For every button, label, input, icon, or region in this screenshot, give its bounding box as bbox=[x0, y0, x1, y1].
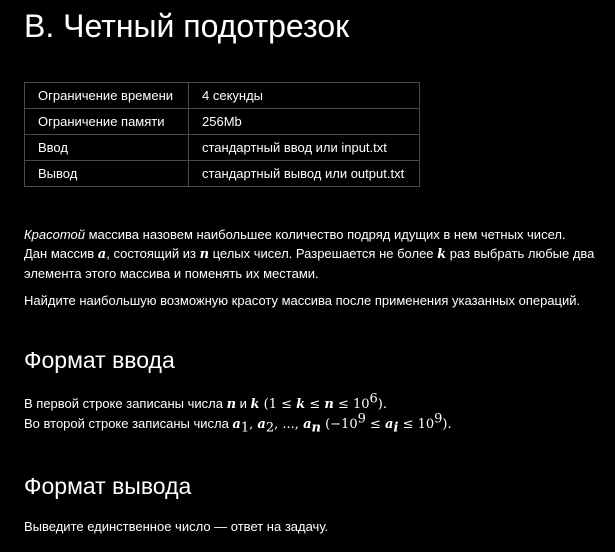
limit-value: 4 секунды bbox=[188, 82, 420, 109]
math-exponent: 9 bbox=[357, 411, 366, 427]
math-expr: (1 ≤ bbox=[259, 397, 297, 412]
math-var: n bbox=[324, 397, 334, 412]
math-expr: ). bbox=[377, 397, 388, 412]
task-paragraph: Найдите наибольшую возможную красоту мас… bbox=[24, 293, 581, 308]
math-var: k bbox=[250, 397, 260, 412]
math-subscript: n bbox=[311, 420, 321, 436]
math-var: a bbox=[97, 247, 107, 262]
limit-label: Ограничение времени bbox=[24, 82, 189, 109]
statement-text: целых чисел. Разрешается не более bbox=[209, 246, 438, 261]
limit-label: Ограничение памяти bbox=[24, 108, 189, 135]
limits-table: Ограничение времени 4 секунды Ограничени… bbox=[24, 82, 420, 187]
page-title: B. Четный подотрезок bbox=[24, 8, 350, 44]
input-format-text: В первой строке записаны числа n и k (1 … bbox=[24, 391, 452, 436]
statement-text: Дан массив bbox=[24, 246, 98, 261]
math-expr: ≤ bbox=[305, 397, 325, 412]
math-var: a bbox=[232, 417, 241, 432]
input-text: В первой строке записаны числа bbox=[24, 396, 227, 411]
limit-value: стандартный ввод или input.txt bbox=[188, 134, 420, 161]
limit-value: стандартный вывод или output.txt bbox=[188, 160, 420, 187]
input-text: и bbox=[236, 396, 251, 411]
math-var: k bbox=[437, 247, 447, 262]
math-var: a bbox=[257, 417, 266, 432]
limits-row-memory: Ограничение памяти 256Mb bbox=[24, 108, 420, 135]
math-subscript: 2 bbox=[265, 420, 275, 436]
math-var: n bbox=[226, 397, 237, 412]
limit-value: 256Mb bbox=[188, 108, 420, 135]
output-format-heading: Формат вывода bbox=[24, 473, 192, 499]
math-subscript: 1 bbox=[240, 420, 250, 436]
math-exponent: 6 bbox=[369, 391, 378, 407]
statement-text: массива назовем наибольшее количество по… bbox=[85, 227, 566, 242]
limit-label: Ввод bbox=[24, 134, 189, 161]
math-var: k bbox=[296, 397, 306, 412]
limits-row-input: Ввод стандартный ввод или input.txt bbox=[24, 134, 420, 161]
math-var: n bbox=[199, 247, 210, 262]
math-expr: ≤ 10 bbox=[398, 417, 435, 432]
statement-paragraph: Красотой массива назовем наибольшее коли… bbox=[24, 225, 594, 283]
math-expr: (−10 bbox=[320, 417, 358, 432]
input-format-heading: Формат ввода bbox=[24, 347, 175, 373]
math-expr: , ..., bbox=[274, 417, 304, 432]
beauty-term: Красотой bbox=[24, 227, 85, 242]
input-text: Во второй строке записаны числа bbox=[24, 416, 233, 431]
statement-text: раз выбрать любые два bbox=[446, 246, 595, 261]
statement-text: элемента этого массива и поменять их мес… bbox=[24, 266, 319, 281]
limits-row-time: Ограничение времени 4 секунды bbox=[24, 82, 420, 109]
math-var: a bbox=[303, 417, 312, 432]
math-expr: ≤ bbox=[365, 417, 386, 432]
math-expr: ). bbox=[442, 417, 452, 432]
limit-label: Вывод bbox=[24, 160, 189, 187]
limits-row-output: Вывод стандартный вывод или output.txt bbox=[24, 160, 420, 187]
math-expr: ≤ 10 bbox=[333, 397, 370, 412]
output-format-text: Выведите единственное число — ответ на з… bbox=[24, 519, 329, 534]
statement-text: , состоящий из bbox=[106, 246, 200, 261]
